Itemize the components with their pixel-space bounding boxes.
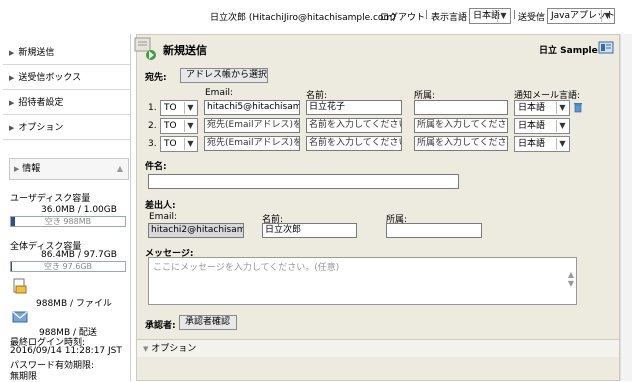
notify-language-select[interactable]: 日本語 ▼ <box>514 100 570 116</box>
triangle-right-icon: ▶ <box>14 165 19 173</box>
user-disk-label: ユーザディスク容量 <box>10 191 90 204</box>
chevron-down-icon: ▼ <box>184 138 196 150</box>
sidebar-item-invitees[interactable]: ▶ 招待者設定 <box>3 91 130 115</box>
chevron-down-icon: ▼ <box>601 10 613 22</box>
user-disk-value: 36.0MB / 1.00GB <box>41 205 117 215</box>
brand-label: 日立 Sample <box>539 43 598 56</box>
user-info: 日立次郎 (HitachiJiro@hitachisample.com) <box>210 10 396 23</box>
sidebar-item-label: 送受信ボックス <box>18 73 81 83</box>
user-disk-free: 空き 988MB <box>45 217 91 226</box>
divider: | <box>513 10 516 20</box>
collapse-up-icon[interactable]: ▲ <box>117 159 123 179</box>
sidebar-item-label: 招待者設定 <box>18 98 63 108</box>
triangle-right-icon: ▶ <box>9 116 14 140</box>
chevron-down-icon: ▼ <box>184 120 196 132</box>
chevron-down-icon: ▼ <box>143 345 148 353</box>
info-section-header[interactable]: ▶ 情報 ▲ <box>9 158 129 180</box>
logout-link[interactable]: ログアウト <box>380 10 425 23</box>
recipient-email-input[interactable]: 宛先(Emailアドレス)を <box>204 136 300 151</box>
sender-email-label: Email: <box>149 212 177 222</box>
approver-check-button[interactable]: 承認者確認 <box>179 315 237 330</box>
language-select-value: 日本語 <box>473 11 500 21</box>
scroll-arrows-icon: ▲▼ <box>568 270 574 288</box>
receive-label: 送受信 <box>518 10 545 23</box>
recipient-org-input[interactable]: 所属を入力してください。 <box>414 136 508 151</box>
recipient-org-input[interactable]: 所属を入力してください。 <box>414 118 508 133</box>
sender-name-input[interactable]: 日立次郎 <box>262 223 357 238</box>
chevron-down-icon: ▼ <box>556 138 568 150</box>
row-index: 2. <box>148 121 157 131</box>
chevron-down-icon: ▼ <box>497 10 509 22</box>
new-send-panel: 新規送信 日立 Sample 宛先: アドレス帳から選択 Email: 名前: … <box>136 34 620 381</box>
top-bar: 日立次郎 (HitachiJiro@hitachisample.com) ログア… <box>0 0 635 34</box>
sender-email-field: hitachi2@hitachisamp <box>148 223 244 238</box>
page-title: 新規送信 <box>163 42 207 58</box>
chevron-down-icon: ▼ <box>556 102 568 114</box>
last-login-value: 2016/09/14 11:28:17 JST <box>10 346 122 356</box>
sidebar-item-label: オプション <box>18 123 63 133</box>
notify-language-value: 日本語 <box>518 139 545 149</box>
info-label: 情報 <box>22 164 40 174</box>
sidebar-item-new-send[interactable]: ▶ 新規送信 <box>3 41 130 65</box>
triangle-right-icon: ▶ <box>9 66 14 90</box>
chevron-down-icon: ▼ <box>184 102 196 114</box>
sidebar-item-boxes[interactable]: ▶ 送受信ボックス <box>3 66 130 90</box>
language-select[interactable]: 日本語 ▼ <box>469 8 511 24</box>
total-disk-bar: 空き 97.6GB <box>10 261 126 272</box>
recipient-name-input[interactable]: 名前を入力してください。 <box>306 136 402 151</box>
user-disk-bar-fill <box>11 217 15 226</box>
page-scrollbar[interactable] <box>620 34 632 381</box>
recipient-email-input[interactable]: hitachi5@hitachisamp <box>204 100 300 115</box>
per-file-limit: 988MB / ファイル <box>36 296 112 309</box>
triangle-right-icon: ▶ <box>9 41 14 65</box>
message-placeholder: ここにメッセージを入力してください。(任意) <box>153 263 339 273</box>
total-disk-value: 86.4MB / 97.7GB <box>41 250 117 260</box>
approver-label: 承認者: <box>145 318 176 331</box>
recipient-type-select[interactable]: TO ▼ <box>160 118 198 134</box>
triangle-right-icon: ▶ <box>9 91 14 115</box>
notify-language-value: 日本語 <box>518 121 545 131</box>
row-index: 3. <box>148 139 157 149</box>
address-book-button[interactable]: アドレス帳から選択 <box>180 68 268 83</box>
recipient-type-value: TO <box>164 139 177 149</box>
notify-language-select[interactable]: 日本語 ▼ <box>514 118 570 134</box>
options-label: オプション <box>151 344 196 354</box>
language-label: 表示言語 <box>431 10 467 23</box>
recipient-name-input[interactable]: 名前を入力してください。 <box>306 118 402 133</box>
contacts-icon[interactable] <box>598 41 614 54</box>
options-section-header[interactable]: ▼ オプション <box>137 339 619 357</box>
divider: | <box>425 10 428 20</box>
sidebar-item-label: 新規送信 <box>18 48 54 58</box>
recipient-type-value: TO <box>164 121 177 131</box>
recipient-type-select[interactable]: TO ▼ <box>160 100 198 116</box>
recipient-email-input[interactable]: 宛先(Emailアドレス)を <box>204 118 300 133</box>
subject-input[interactable] <box>148 174 459 189</box>
to-label: 宛先: <box>145 70 167 83</box>
recipient-name-input[interactable]: 日立花子 <box>306 100 402 115</box>
sidebar: ▶ 新規送信 ▶ 送受信ボックス ▶ 招待者設定 ▶ オプション ▶ 情報 ▲ ユーザデ… <box>3 34 131 381</box>
sender-org-input[interactable] <box>386 223 482 238</box>
row-index: 1. <box>148 103 157 113</box>
trash-icon[interactable] <box>573 101 583 113</box>
sidebar-item-options[interactable]: ▶ オプション <box>3 116 130 140</box>
total-disk-free: 空き 97.6GB <box>44 262 92 271</box>
notify-language-value: 日本語 <box>518 103 545 113</box>
new-send-icon <box>133 35 159 61</box>
subject-label: 件名: <box>145 159 167 172</box>
receive-method-select[interactable]: Javaアプレット ▼ <box>547 8 615 24</box>
envelope-icon <box>12 310 28 324</box>
recipient-org-input[interactable] <box>414 100 508 115</box>
recipient-type-select[interactable]: TO ▼ <box>160 136 198 152</box>
sender-label: 差出人: <box>145 198 176 211</box>
file-icon <box>12 278 28 294</box>
message-textarea[interactable]: ここにメッセージを入力してください。(任意) ▲▼ <box>148 257 577 305</box>
notify-language-select[interactable]: 日本語 ▼ <box>514 136 570 152</box>
chevron-down-icon: ▼ <box>556 120 568 132</box>
col-email: Email: <box>205 88 233 98</box>
user-disk-bar: 空き 988MB <box>10 216 126 227</box>
recipient-type-value: TO <box>164 103 177 113</box>
password-expiry-value: 無期限 <box>10 369 37 382</box>
